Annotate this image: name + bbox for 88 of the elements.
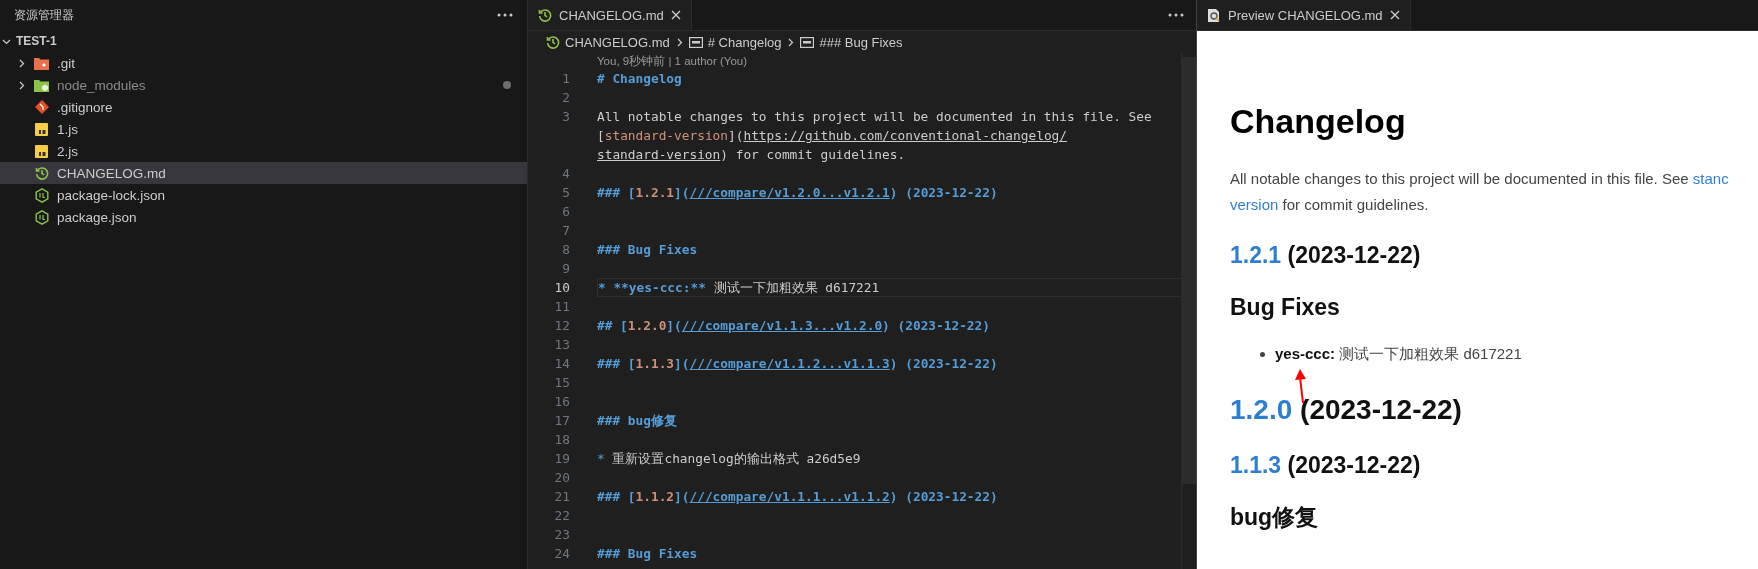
script-file-icon	[35, 122, 48, 136]
preview-icon	[1207, 7, 1221, 23]
breadcrumb-item[interactable]: # Changelog	[707, 34, 782, 50]
paragraph: All notable changes to this project will be documented in this file. See stanc version for commit guidelines.	[1230, 169, 1729, 215]
line-number: 24	[553, 545, 570, 563]
link[interactable]: version	[1230, 196, 1279, 213]
line-number: 1	[561, 70, 570, 88]
line-number: 23	[553, 526, 570, 544]
line-number: 8	[561, 241, 570, 259]
line-number: 18	[553, 431, 570, 449]
bullet	[1260, 351, 1265, 357]
line-number: 15	[553, 374, 570, 392]
file-tree-item[interactable]: node_modules	[0, 74, 527, 96]
close-icon[interactable]	[1389, 10, 1400, 20]
line-number: 20	[553, 469, 570, 487]
close-icon[interactable]	[670, 10, 681, 20]
release-link[interactable]: 1.2.1	[1230, 242, 1282, 268]
line-number: 19	[553, 450, 570, 468]
folder-icon	[34, 78, 49, 92]
code-line: ### Bug Fixes	[597, 241, 699, 259]
code-line: All notable changes to this project will be documented in this file. See	[597, 108, 1153, 126]
code-line: standard-version) for commit guidelines.	[597, 146, 907, 164]
preview-tab[interactable]: Preview CHANGELOG.md	[1197, 0, 1411, 30]
heading: bug修复	[1230, 503, 1319, 532]
script-file-icon	[35, 144, 48, 158]
link[interactable]: stanc	[1692, 170, 1729, 187]
line-number: 17	[553, 412, 570, 430]
folder-icon	[34, 56, 49, 70]
line-number: 12	[553, 317, 570, 335]
file-tree-item[interactable]: 1.js	[0, 118, 527, 140]
line-number: 21	[553, 488, 570, 506]
breadcrumb-item[interactable]: ### Bug Fixes	[819, 34, 903, 50]
code-line: ### [1.2.1](///compare/v1.2.0...v1.2.1) (2023-12-22)	[597, 184, 999, 202]
code-line: ### bug修复	[597, 412, 678, 430]
history-icon	[546, 35, 560, 49]
hexagon-icon	[34, 209, 49, 225]
line-number: 10	[553, 279, 570, 297]
heading: Changelog	[1230, 101, 1406, 141]
line-number: 2	[561, 89, 570, 107]
file-tree-item[interactable]: .git	[0, 52, 527, 74]
symbol-icon	[688, 36, 703, 48]
line-number: 16	[553, 393, 570, 411]
history-icon	[538, 8, 552, 22]
line-number: 22	[553, 507, 570, 525]
hexagon-icon	[34, 187, 49, 203]
more-icon[interactable]	[1168, 13, 1184, 17]
panel-title: 资源管理器	[14, 6, 74, 24]
code-line: ### [1.1.3](///compare/v1.1.2...v1.1.3) (2023-12-22)	[597, 355, 999, 373]
code-line: ### [1.1.2](///compare/v1.1.1...v1.1.2) (2023-12-22)	[597, 488, 999, 506]
heading: 1.2.0 (2023-12-22)	[1230, 393, 1462, 427]
line-number: 6	[561, 203, 570, 221]
chevron-icon[interactable]	[17, 80, 26, 90]
line-number: 14	[553, 355, 570, 373]
history-icon	[34, 166, 49, 180]
release-link[interactable]: 1.2.0	[1230, 394, 1293, 425]
more-icon[interactable]	[497, 13, 513, 17]
line-number: 13	[553, 336, 570, 354]
editor-tab[interactable]: CHANGELOG.md	[528, 0, 692, 30]
heading: 1.2.1 (2023-12-22)	[1230, 241, 1421, 270]
heading: Bug Fixes	[1230, 293, 1340, 322]
line-number: 5	[561, 184, 570, 202]
line-number: 11	[553, 298, 570, 316]
code-line: ## [1.2.0](///compare/v1.1.3...v1.2.0) (2023-12-22)	[597, 317, 991, 335]
diamond-icon	[34, 100, 49, 114]
codelens[interactable]: You, 9秒钟前 | 1 author (You)	[597, 53, 748, 69]
line-number: 7	[561, 222, 570, 240]
symbol-icon	[800, 36, 815, 48]
release-link[interactable]: 1.1.3	[1230, 452, 1282, 478]
breadcrumb-item[interactable]: CHANGELOG.md	[565, 34, 670, 50]
status-dot	[503, 81, 511, 89]
line-number: 9	[561, 260, 570, 278]
file-tree-item[interactable]: package-lock.json	[0, 184, 527, 206]
code-line: * 重新设置changelog的输出格式 a26d5e9	[597, 450, 862, 468]
file-tree-item[interactable]: 2.js	[0, 140, 527, 162]
chevron-icon[interactable]	[786, 37, 796, 47]
line-number: 4	[561, 165, 570, 183]
file-tree-item[interactable]: .gitignore	[0, 96, 527, 118]
code-line: ### Bug Fixes	[597, 545, 699, 563]
heading: 1.1.3 (2023-12-22)	[1230, 451, 1421, 480]
folder-label[interactable]: TEST-1	[16, 34, 57, 48]
scrollbar[interactable]	[1182, 57, 1196, 484]
line-number: 3	[561, 108, 570, 126]
file-tree-item[interactable]: CHANGELOG.md	[0, 162, 527, 184]
file-tree-item[interactable]: package.json	[0, 206, 527, 228]
list-item: yes-ccc: 测试一下加粗效果 d617221	[1275, 344, 1522, 364]
chevron-icon[interactable]	[17, 58, 26, 68]
code-line: # Changelog	[597, 70, 683, 88]
code-line: [standard-version](https://github.com/conventional-changelog/	[597, 127, 1068, 145]
